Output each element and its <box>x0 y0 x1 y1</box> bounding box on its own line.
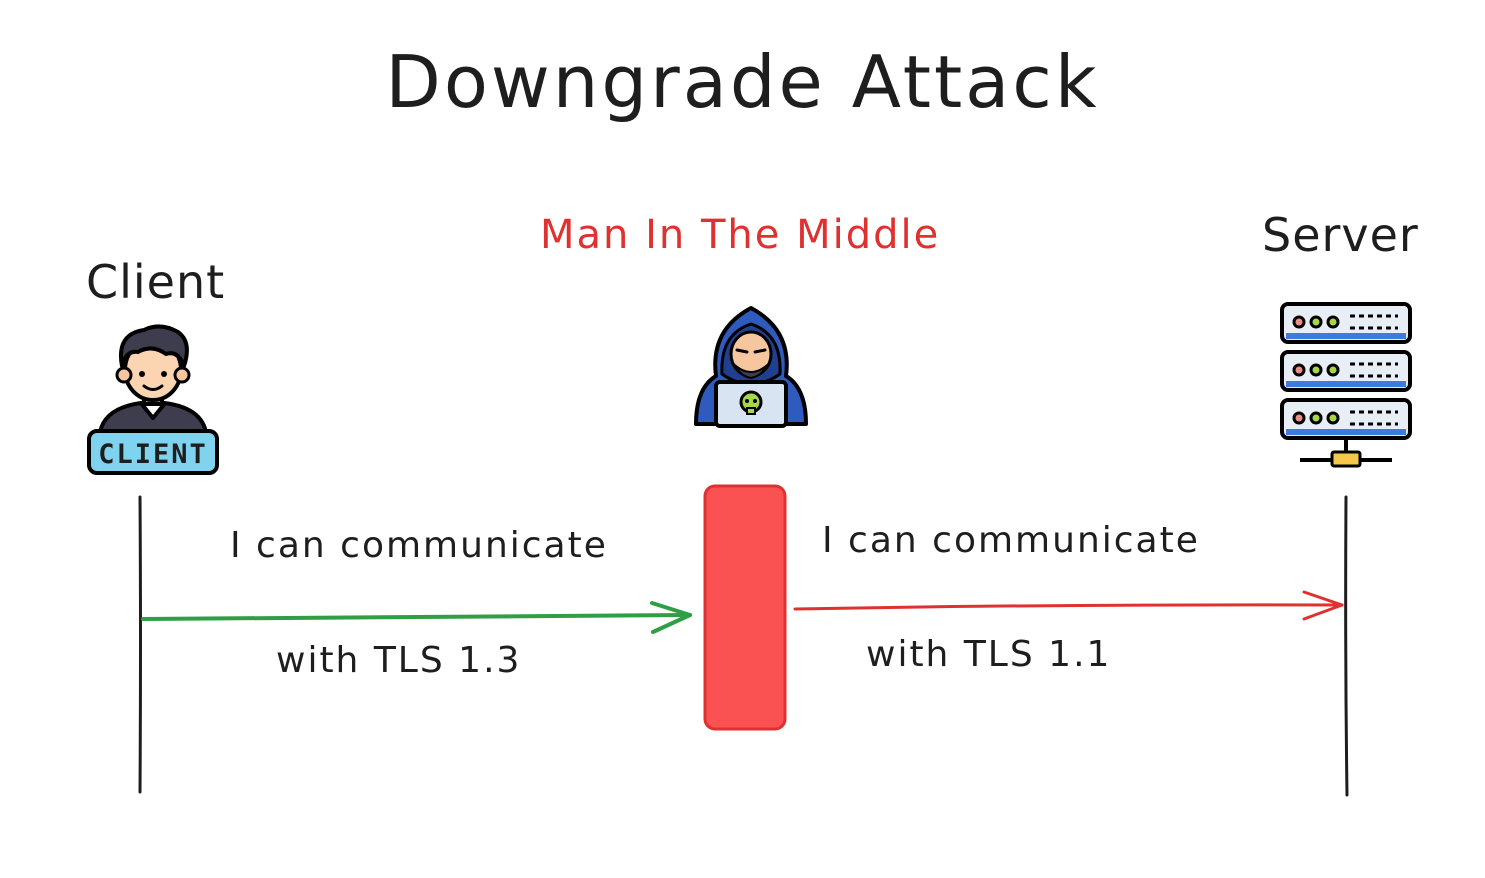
arrow-mitm-to-server <box>793 590 1344 621</box>
mitm-interceptor-box <box>703 484 787 731</box>
sequence-canvas <box>138 484 1349 797</box>
message-1-line-2: with TLS 1.3 <box>276 640 522 681</box>
arrow-client-to-mitm <box>141 601 692 634</box>
client-lifeline <box>138 495 142 794</box>
message-1-line-1: I can communicate <box>230 525 608 566</box>
message-2-line-2: with TLS 1.1 <box>866 634 1112 675</box>
message-2-line-1: I can communicate <box>822 520 1200 561</box>
server-lifeline <box>1344 495 1349 797</box>
